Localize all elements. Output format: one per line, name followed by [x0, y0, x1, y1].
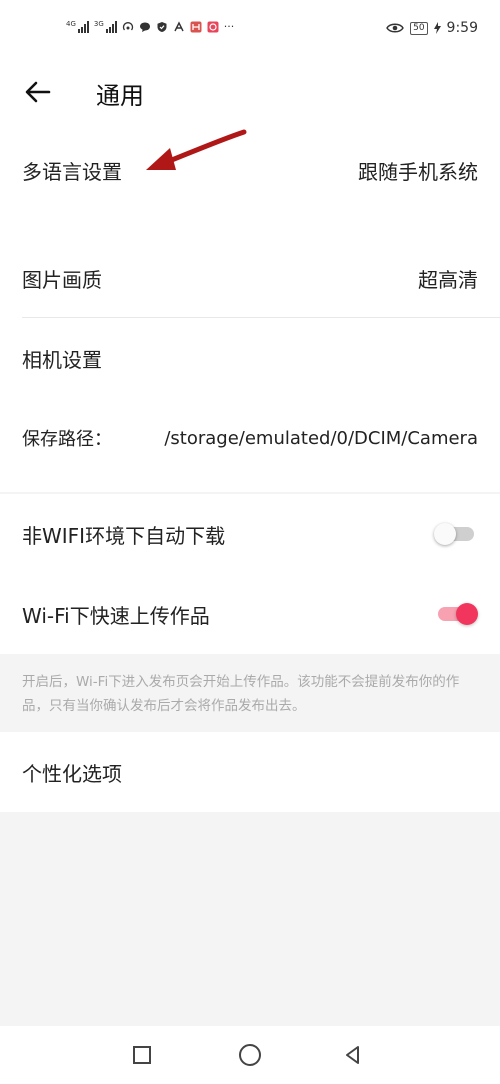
camera-setting-label: 相机设置 — [22, 347, 102, 372]
charging-bolt-icon — [433, 22, 441, 34]
fast-upload-hint: 开启后，Wi-Fi下进入发布页会开始上传作品。该功能不会提前发布你的作品，只有当… — [22, 674, 460, 714]
camera-setting-row[interactable]: 相机设置 — [0, 318, 500, 398]
shield-icon — [157, 21, 167, 32]
save-path-label: 保存路径： — [22, 429, 112, 450]
status-bar: 4G 3G ··· 50 9:59 — [0, 0, 500, 62]
annotation-arrow-icon — [146, 129, 247, 170]
signal-4g-icon: 4G — [66, 19, 89, 33]
system-nav-bar — [0, 1026, 500, 1084]
title-bar: 通用 — [0, 62, 500, 128]
arrow-left-icon — [25, 81, 51, 103]
save-path-row[interactable]: 保存路径： /storage/emulated/0/DCIM/Camera — [0, 398, 500, 478]
personalization-row[interactable]: 个性化选项 — [0, 732, 500, 812]
language-group: 多语言设置 跟随手机系统 — [0, 128, 500, 238]
eye-icon — [386, 23, 404, 33]
app-icon — [190, 21, 202, 32]
signal-3g-icon: 3G — [93, 19, 117, 33]
fast-upload-label: Wi-Fi下快速上传作品 — [22, 603, 210, 628]
battery-level: 50 — [410, 21, 428, 35]
toggle-knob — [456, 603, 478, 625]
auto-download-row[interactable]: 非WIFI环境下自动下载 — [0, 494, 500, 574]
home-button[interactable] — [239, 1044, 261, 1066]
image-quality-label: 图片画质 — [22, 267, 102, 292]
image-quality-row[interactable]: 图片画质 超高清 — [0, 238, 500, 318]
language-setting-row[interactable]: 多语言设置 跟随手机系统 — [0, 130, 500, 210]
status-right-icons: 50 9:59 — [386, 20, 478, 36]
media-group: 图片画质 超高清 相机设置 保存路径： /storage/emulated/0/… — [0, 238, 500, 492]
page-title: 通用 — [96, 82, 144, 110]
nav-back-button[interactable] — [342, 1044, 364, 1066]
app-icon — [207, 21, 219, 32]
status-left-icons: 4G 3G ··· — [66, 20, 234, 33]
app-icon — [174, 20, 184, 31]
fast-upload-toggle[interactable] — [434, 603, 478, 625]
language-setting-value: 跟随手机系统 — [358, 159, 478, 184]
chat-bubble-icon — [139, 22, 150, 32]
save-path-value: /storage/emulated/0/DCIM/Camera — [164, 427, 478, 449]
language-setting-label: 多语言设置 — [22, 159, 122, 184]
clock: 9:59 — [446, 20, 478, 36]
wifi-hotspot-icon — [122, 21, 133, 30]
toggle-knob — [434, 523, 456, 545]
back-button[interactable] — [18, 76, 58, 108]
fast-upload-row[interactable]: Wi-Fi下快速上传作品 — [0, 574, 500, 654]
network-type-label: 4G — [66, 19, 76, 28]
network-type-label: 3G — [93, 19, 104, 28]
image-quality-value: 超高清 — [418, 267, 478, 292]
personalization-label: 个性化选项 — [22, 761, 122, 786]
auto-download-toggle[interactable] — [434, 523, 478, 545]
auto-download-label: 非WIFI环境下自动下载 — [22, 523, 226, 548]
network-group: 非WIFI环境下自动下载 Wi-Fi下快速上传作品 — [0, 494, 500, 654]
recents-button[interactable] — [133, 1046, 151, 1064]
more-notifications-icon: ··· — [223, 20, 235, 33]
personalization-group: 个性化选项 — [0, 732, 500, 812]
